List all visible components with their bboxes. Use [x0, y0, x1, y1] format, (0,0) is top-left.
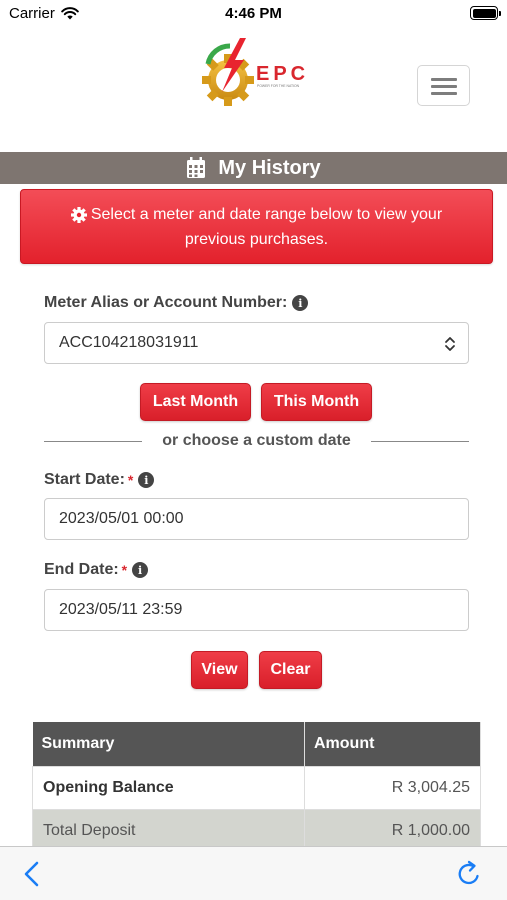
bottom-toolbar — [0, 846, 507, 900]
start-date-value: 2023/05/01 00:00 — [59, 510, 184, 527]
required-marker: * — [121, 562, 128, 578]
end-date-input[interactable]: 2023/05/11 23:59 — [44, 589, 469, 631]
custom-date-divider: or choose a custom date — [44, 431, 469, 451]
this-month-button[interactable]: This Month — [261, 383, 372, 421]
column-header-amount: Amount — [304, 722, 481, 766]
alert-text-line1: Select a meter and date range below to v… — [90, 206, 443, 223]
alert-text-line2: previous purchases. — [184, 231, 329, 248]
info-alert: Select a meter and date range below to v… — [20, 189, 493, 264]
table-header-row: Summary Amount — [32, 722, 481, 766]
last-month-button[interactable]: Last Month — [140, 383, 251, 421]
clock: 4:46 PM — [225, 5, 282, 22]
hamburger-icon-bar — [431, 92, 457, 95]
row-amount: R 3,004.25 — [304, 765, 481, 810]
hamburger-icon — [431, 78, 457, 81]
info-icon[interactable]: i — [292, 295, 309, 311]
summary-table: Summary Amount Opening Balance R 3,004.2… — [32, 722, 481, 853]
column-header-summary: Summary — [32, 722, 305, 766]
battery-icon — [470, 6, 501, 20]
status-bar: Carrier 4:46 PM — [0, 0, 507, 30]
info-icon[interactable]: i — [132, 562, 149, 578]
start-date-label-text: Start Date: — [44, 471, 125, 488]
meter-label: Meter Alias or Account Number: i — [44, 294, 309, 312]
page-title: My History — [218, 156, 321, 179]
clear-button[interactable]: Clear — [259, 651, 322, 689]
menu-button[interactable] — [417, 65, 470, 106]
app-header: EPC POWER FOR THE NATION — [0, 30, 507, 152]
meter-label-text: Meter Alias or Account Number: — [44, 294, 288, 311]
gear-icon — [70, 206, 87, 223]
reload-icon[interactable] — [455, 860, 483, 888]
epc-logo: EPC POWER FOR THE NATION — [202, 38, 309, 106]
start-date-label: Start Date: * i — [44, 471, 155, 489]
info-icon[interactable]: i — [138, 472, 155, 488]
end-date-label-text: End Date: — [44, 561, 119, 578]
select-arrows-icon — [445, 337, 455, 351]
start-date-input[interactable]: 2023/05/01 00:00 — [44, 498, 469, 540]
view-button[interactable]: View — [191, 651, 248, 689]
end-date-value: 2023/05/11 23:59 — [59, 601, 183, 618]
logo-text: EPC — [256, 63, 309, 85]
required-marker: * — [127, 472, 134, 488]
meter-select-value: ACC104218031911 — [59, 334, 199, 351]
page-title-bar: My History — [0, 152, 507, 184]
row-label: Opening Balance — [32, 765, 305, 810]
divider-rule-right — [371, 441, 469, 442]
meter-select[interactable]: ACC104218031911 — [44, 322, 469, 364]
hamburger-icon-bar — [431, 85, 457, 88]
table-row: Opening Balance R 3,004.25 — [32, 765, 481, 810]
chevron-left-icon[interactable] — [22, 861, 42, 887]
logo-tagline: POWER FOR THE NATION — [257, 84, 300, 88]
end-date-label: End Date: * i — [44, 561, 149, 579]
calendar-icon — [187, 157, 206, 178]
